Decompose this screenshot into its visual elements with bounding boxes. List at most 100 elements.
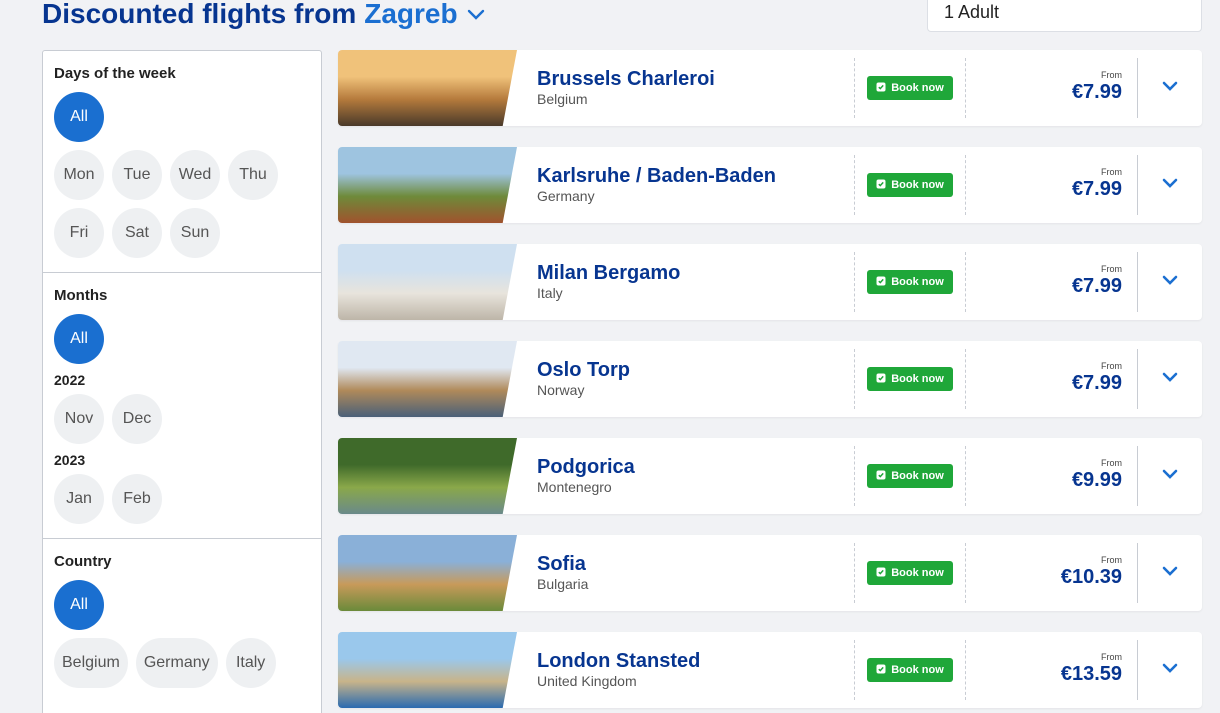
flight-card[interactable]: Podgorica Montenegro Book now From €9.99 <box>338 438 1202 514</box>
book-now-label: Book now <box>891 82 944 94</box>
price: €7.99 <box>1071 81 1122 103</box>
day-chip-sun[interactable]: Sun <box>170 208 220 258</box>
filters-sidebar: Days of the week All Mon Tue Wed Thu Fri… <box>42 50 322 713</box>
destination-image <box>338 341 517 417</box>
title-prefix: Discounted flights from <box>42 0 357 29</box>
destination-city[interactable]: Sofia <box>537 553 588 575</box>
destination-image <box>338 438 517 514</box>
from-label: From <box>1101 264 1122 274</box>
price: €7.99 <box>1071 178 1122 200</box>
country-chip-italy[interactable]: Italy <box>225 638 276 688</box>
tag-icon <box>876 179 886 192</box>
chevron-down-icon[interactable] <box>466 4 486 24</box>
day-chip-all[interactable]: All <box>54 92 104 142</box>
destination-country: Bulgaria <box>537 576 589 592</box>
month-chip-dec[interactable]: Dec <box>112 394 162 444</box>
book-now-button[interactable]: Book now <box>867 658 953 682</box>
day-chip-tue[interactable]: Tue <box>112 150 162 200</box>
expand-button[interactable] <box>1138 438 1202 514</box>
destination-country: Germany <box>537 188 595 204</box>
from-label: From <box>1101 70 1122 80</box>
chevron-down-icon <box>1161 77 1179 100</box>
month-chip-feb[interactable]: Feb <box>112 474 162 524</box>
price: €9.99 <box>1071 469 1122 491</box>
months-heading: Months <box>54 287 108 304</box>
flight-card[interactable]: London Stansted United Kingdom Book now … <box>338 632 1202 708</box>
chevron-down-icon <box>1161 465 1179 488</box>
year-label: 2022 <box>54 372 86 388</box>
tag-icon <box>876 664 886 677</box>
month-chip-jan[interactable]: Jan <box>54 474 104 524</box>
month-chip-nov[interactable]: Nov <box>54 394 104 444</box>
destination-image <box>338 147 517 223</box>
day-chip-wed[interactable]: Wed <box>170 150 220 200</box>
price: €7.99 <box>1071 275 1122 297</box>
destination-city[interactable]: Karlsruhe / Baden-Baden <box>537 165 776 187</box>
day-chip-thu[interactable]: Thu <box>228 150 278 200</box>
price: €13.59 <box>1060 663 1122 685</box>
flight-card[interactable]: Karlsruhe / Baden-Baden Germany Book now… <box>338 147 1202 223</box>
day-chip-mon[interactable]: Mon <box>54 150 104 200</box>
book-now-button[interactable]: Book now <box>867 270 953 294</box>
destination-image <box>338 244 517 320</box>
from-label: From <box>1101 458 1122 468</box>
destination-country: United Kingdom <box>537 673 637 689</box>
destination-country: Belgium <box>537 91 588 107</box>
country-heading: Country <box>54 553 112 570</box>
days-heading: Days of the week <box>54 65 176 82</box>
months-filter: Months All 2022 Nov Dec 2023 Jan Feb <box>43 273 321 539</box>
passenger-selector[interactable]: 1 Adult <box>927 0 1202 32</box>
book-now-label: Book now <box>891 373 944 385</box>
book-now-label: Book now <box>891 470 944 482</box>
tag-icon <box>876 373 886 386</box>
country-chip-germany[interactable]: Germany <box>135 638 218 688</box>
expand-button[interactable] <box>1138 341 1202 417</box>
expand-button[interactable] <box>1138 50 1202 126</box>
flight-card[interactable]: Milan Bergamo Italy Book now From €7.99 <box>338 244 1202 320</box>
book-now-button[interactable]: Book now <box>867 367 953 391</box>
chevron-down-icon <box>1161 174 1179 197</box>
book-now-button[interactable]: Book now <box>867 561 953 585</box>
chevron-down-icon <box>1161 368 1179 391</box>
expand-button[interactable] <box>1138 632 1202 708</box>
destination-city[interactable]: London Stansted <box>537 650 700 672</box>
book-now-label: Book now <box>891 664 944 676</box>
from-label: From <box>1101 652 1122 662</box>
price: €7.99 <box>1071 372 1122 394</box>
chevron-down-icon <box>1161 271 1179 294</box>
flight-card[interactable]: Brussels Charleroi Belgium Book now From… <box>338 50 1202 126</box>
destination-image <box>338 535 517 611</box>
from-label: From <box>1101 167 1122 177</box>
flight-card[interactable]: Oslo Torp Norway Book now From €7.99 <box>338 341 1202 417</box>
days-filter: Days of the week All Mon Tue Wed Thu Fri… <box>43 51 321 273</box>
from-label: From <box>1101 361 1122 371</box>
expand-button[interactable] <box>1138 535 1202 611</box>
expand-button[interactable] <box>1138 147 1202 223</box>
book-now-button[interactable]: Book now <box>867 464 953 488</box>
country-chip-belgium[interactable]: Belgium <box>54 638 128 688</box>
destination-image <box>338 632 517 708</box>
destination-city[interactable]: Brussels Charleroi <box>537 68 715 90</box>
month-chip-all[interactable]: All <box>54 314 104 364</box>
destination-city[interactable]: Oslo Torp <box>537 359 630 381</box>
tag-icon <box>876 470 886 483</box>
year-label: 2023 <box>54 452 86 468</box>
chevron-down-icon <box>1161 562 1179 585</box>
day-chip-sat[interactable]: Sat <box>112 208 162 258</box>
destination-country: Italy <box>537 285 563 301</box>
flight-card[interactable]: Sofia Bulgaria Book now From €10.39 <box>338 535 1202 611</box>
tag-icon <box>876 276 886 289</box>
origin-city-selector[interactable]: Zagreb <box>364 0 457 29</box>
price: €10.39 <box>1060 566 1122 588</box>
destination-city[interactable]: Podgorica <box>537 456 635 478</box>
destination-country: Norway <box>537 382 585 398</box>
day-chip-fri[interactable]: Fri <box>54 208 104 258</box>
tag-icon <box>876 567 886 580</box>
country-chip-all[interactable]: All <box>54 580 104 630</box>
book-now-button[interactable]: Book now <box>867 173 953 197</box>
destination-country: Montenegro <box>537 479 612 495</box>
destination-city[interactable]: Milan Bergamo <box>537 262 680 284</box>
book-now-button[interactable]: Book now <box>867 76 953 100</box>
expand-button[interactable] <box>1138 244 1202 320</box>
book-now-label: Book now <box>891 179 944 191</box>
